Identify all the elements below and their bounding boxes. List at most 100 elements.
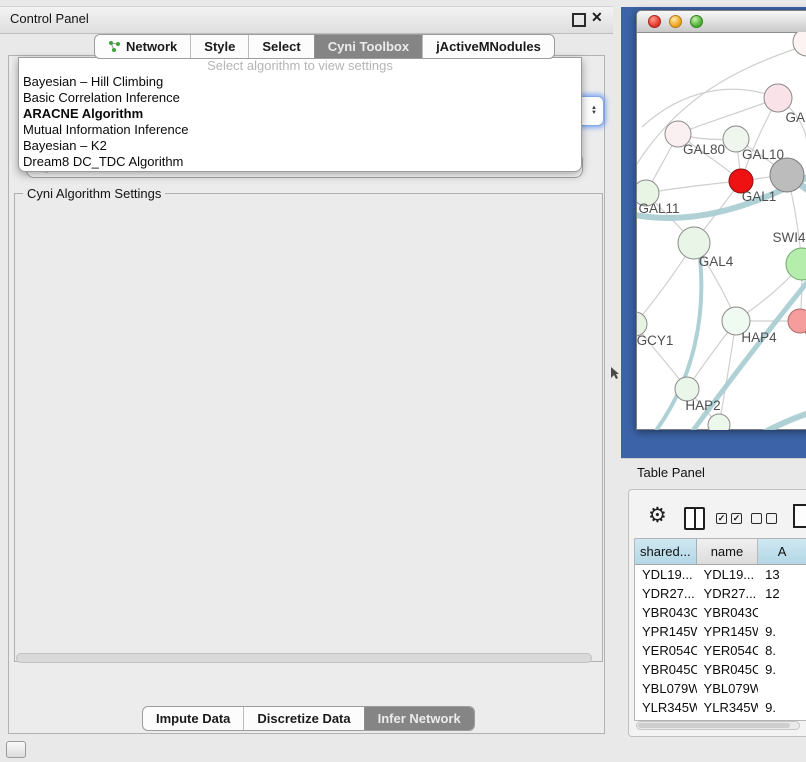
screen: { "colors": { "legend_blue": "#2a2ad2", … [0,0,806,762]
table-row[interactable]: YDL19...YDL19...13 [635,565,806,584]
tab-infer-network[interactable]: Infer Network [364,707,474,730]
table-panel-title: Table Panel [637,465,705,480]
network-node-label: GCY1 [637,333,673,348]
network-edge-thick [765,404,806,430]
table-cell: YBL079W [697,679,759,698]
tab-jactivemnodules[interactable]: jActiveMNodules [422,35,554,58]
zoom-window-button[interactable] [690,15,703,28]
settings-group-title: Cyni Algorithm Settings [23,186,165,201]
network-node-label: GAL80 [683,142,725,157]
network-node-label: HAP2 [685,398,720,413]
table-cell: 12 [758,584,806,603]
settings-horizontal-scrollbar[interactable] [16,653,592,663]
table-cell: YBR043C [697,603,759,622]
minimized-panel-icon[interactable] [6,741,26,758]
table-cell: YPR145W [697,622,759,641]
table-cell: 9. [758,660,806,679]
network-view-window: GALGAL80GAL10GAL1GAL11SWI4GAL4GCY1HAP4YH… [636,10,806,430]
network-node[interactable] [770,158,804,192]
table-cell: YBR045C [697,660,759,679]
column-header-shared-name[interactable]: shared... [635,539,697,564]
algorithm-dropdown-popup: Select algorithm to view settings Bayesi… [18,57,582,172]
checkbox-unchecked-icon [766,513,777,524]
table-cell: YLR345W [697,698,759,717]
dropdown-item-highlighted[interactable]: ARACNE Algorithm [19,106,581,122]
network-node[interactable] [788,309,806,333]
network-node-label: HAP4 [741,330,777,345]
table-row[interactable]: YBL079WYBL079W [635,679,806,698]
table-cell: 9. [758,698,806,717]
table-row[interactable]: YLR345WYLR345W9. [635,698,806,717]
node-table: shared... name A YDL19...YDL19...13YDR27… [634,538,806,721]
tab-style[interactable]: Style [190,35,248,58]
dropdown-item[interactable]: Mutual Information Inference [19,122,581,138]
control-panel-tabbar: Network Style Select Cyni Toolbox jActiv… [94,34,555,59]
dropdown-item[interactable]: Basic Correlation Inference [19,90,581,106]
table-scrollbar-thumb[interactable] [638,723,790,728]
network-node-label: GAL [785,110,806,125]
network-node-label: GAL1 [742,189,777,204]
combo-arrows-icon [591,106,597,116]
network-node[interactable] [786,248,806,280]
column-layout-icon[interactable] [684,507,705,530]
column-header-name[interactable]: name [697,539,759,564]
tab-network[interactable]: Network [95,35,190,58]
dropdown-item[interactable]: Bayesian – K2 [19,138,581,154]
cyni-bottom-tabbar: Impute Data Discretize Data Infer Networ… [142,706,475,731]
float-panel-icon[interactable] [572,13,586,27]
select-all-checkboxes-icon[interactable] [716,513,742,524]
column-header-partial[interactable]: A [758,539,806,564]
document-icon[interactable] [793,504,806,528]
network-node-label: GAL4 [699,254,734,269]
table-cell: YDL19... [635,565,697,584]
tab-cyni-toolbox[interactable]: Cyni Toolbox [314,35,422,58]
network-node-label: GAL11 [638,201,679,216]
close-window-button[interactable] [648,15,661,28]
control-panel-title: Control Panel [10,11,89,26]
table-cell: 8. [758,641,806,660]
minimize-window-button[interactable] [669,15,682,28]
table-cell: YER054C [635,641,697,660]
network-window-titlebar[interactable] [637,11,806,33]
table-row[interactable]: YBR045CYBR045C9. [635,660,806,679]
tab-select[interactable]: Select [248,35,313,58]
table-cell: YBR043C [635,603,697,622]
network-icon [108,40,121,53]
checkbox-checked-icon [716,513,727,524]
tab-network-label: Network [126,35,177,58]
network-edge [646,181,741,193]
table-panel-divider [621,458,806,459]
table-cell: YLR345W [635,698,697,717]
table-row[interactable]: YER054CYER054C8. [635,641,806,660]
table-cell: YPR145W [635,622,697,641]
network-node[interactable] [764,84,792,112]
table-cell: YDR27... [697,584,759,603]
table-settings-gear-icon[interactable]: ⚙ [648,503,667,528]
table-horizontal-scrollbar[interactable] [636,721,800,730]
table-row[interactable]: YBR043CYBR043C [635,603,806,622]
tab-discretize-data[interactable]: Discretize Data [243,707,363,730]
table-row[interactable]: YDR27...YDR27...12 [635,584,806,603]
close-panel-icon[interactable]: ✕ [591,9,603,26]
table-row[interactable]: YPR145WYPR145W9. [635,622,806,641]
dropdown-item[interactable]: Dream8 DC_TDC Algorithm [19,154,581,170]
cyni-algorithm-settings-panel: Cyni Algorithm Settings [14,193,603,662]
table-cell: 9. [758,622,806,641]
deselect-checkboxes-icon[interactable] [751,513,777,524]
table-cell [758,679,806,698]
checkbox-checked-icon [731,513,742,524]
table-body: YDL19...YDL19...13YDR27...YDR27...12YBR0… [635,565,806,721]
network-edge [642,89,778,127]
control-panel-titlebar [0,6,613,34]
mouse-cursor [611,367,620,380]
dropdown-placeholder: Select algorithm to view settings [19,58,581,74]
table-cell [758,603,806,622]
dropdown-item[interactable]: Bayesian – Hill Climbing [19,74,581,90]
network-node[interactable] [793,32,806,56]
checkbox-unchecked-icon [751,513,762,524]
table-cell: 13 [758,565,806,584]
tab-impute-data[interactable]: Impute Data [143,707,243,730]
network-graph-canvas[interactable]: GALGAL80GAL10GAL1GAL11SWI4GAL4GCY1HAP4YH… [637,32,806,430]
table-header-row: shared... name A [635,539,806,565]
table-cell: YDR27... [635,584,697,603]
